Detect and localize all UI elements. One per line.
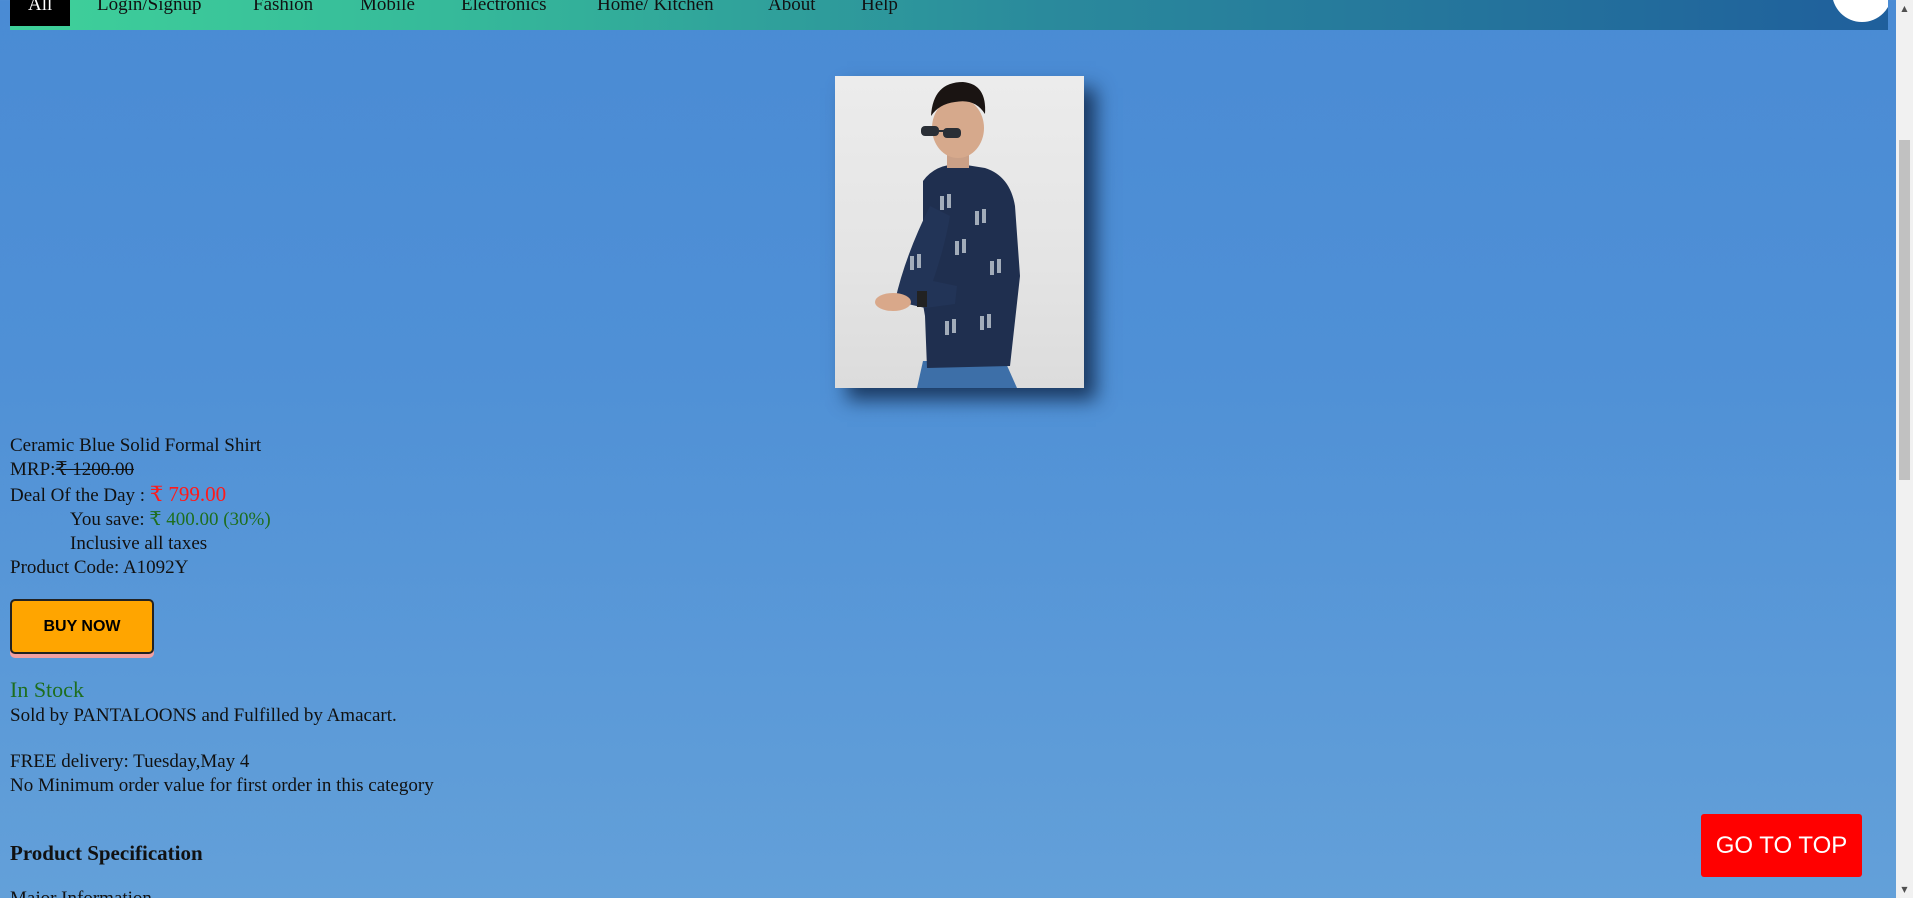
seller-info: Sold by PANTALOONS and Fulfilled by Amac…: [10, 705, 397, 726]
mrp-value: ₹ 1200.00: [55, 459, 135, 480]
availability-info: In Stock Sold by PANTALOONS and Fulfille…: [10, 676, 434, 798]
product-details: Ceramic Blue Solid Formal Shirt MRP:₹ 12…: [10, 434, 271, 580]
page-scrollbar[interactable]: ▲ ▼: [1896, 0, 1913, 898]
mrp-line: MRP:₹ 1200.00: [10, 458, 271, 482]
scroll-thumb[interactable]: [1899, 140, 1910, 480]
scroll-up-arrow-icon[interactable]: ▲: [1896, 0, 1913, 17]
spec-heading: Product Specification: [10, 841, 203, 865]
save-value: ₹ 400.00 (30%): [149, 509, 271, 530]
stock-status: In Stock: [10, 677, 84, 702]
scroll-down-arrow-icon[interactable]: ▼: [1896, 881, 1913, 898]
top-navbar: All Login/Signup Fashion Mobile Electron…: [10, 0, 1888, 30]
nav-item-home-kitchen[interactable]: Home/ Kitchen: [597, 0, 714, 26]
nav-item-electronics[interactable]: Electronics: [461, 0, 546, 26]
nav-item-help[interactable]: Help: [861, 0, 898, 26]
spec-subheading: Major Information: [10, 888, 152, 898]
product-code-line: Product Code: A1092Y: [10, 556, 271, 580]
deal-line: Deal Of the Day : ₹ 799.00: [10, 482, 271, 508]
product-code-value: A1092Y: [122, 557, 189, 578]
delivery-info: FREE delivery: Tuesday,May 4: [10, 751, 250, 772]
product-code-label: Product Code:: [10, 557, 123, 578]
deal-label: Deal Of the Day :: [10, 485, 150, 506]
nav-item-fashion[interactable]: Fashion: [253, 0, 313, 26]
product-image: [835, 76, 1084, 388]
nav-item-login-signup[interactable]: Login/Signup: [97, 0, 202, 26]
min-order-info: No Minimum order value for first order i…: [10, 775, 434, 796]
tax-note: Inclusive all taxes: [70, 533, 208, 554]
buy-now-button[interactable]: BUY NOW: [10, 599, 154, 654]
mrp-label: MRP:: [10, 459, 56, 480]
save-line: You save: ₹ 400.00 (30%): [10, 508, 271, 532]
nav-item-mobile[interactable]: Mobile: [360, 0, 415, 26]
product-photo-shirt-model: [875, 82, 1020, 388]
save-label: You save:: [70, 509, 150, 530]
deal-price: ₹ 799.00: [149, 482, 227, 506]
product-name: Ceramic Blue Solid Formal Shirt: [10, 435, 262, 456]
nav-item-about[interactable]: About: [768, 0, 816, 26]
go-to-top-button[interactable]: GO TO TOP: [1701, 814, 1862, 877]
nav-item-all[interactable]: All: [10, 0, 71, 26]
user-avatar-icon[interactable]: [1832, 0, 1888, 22]
